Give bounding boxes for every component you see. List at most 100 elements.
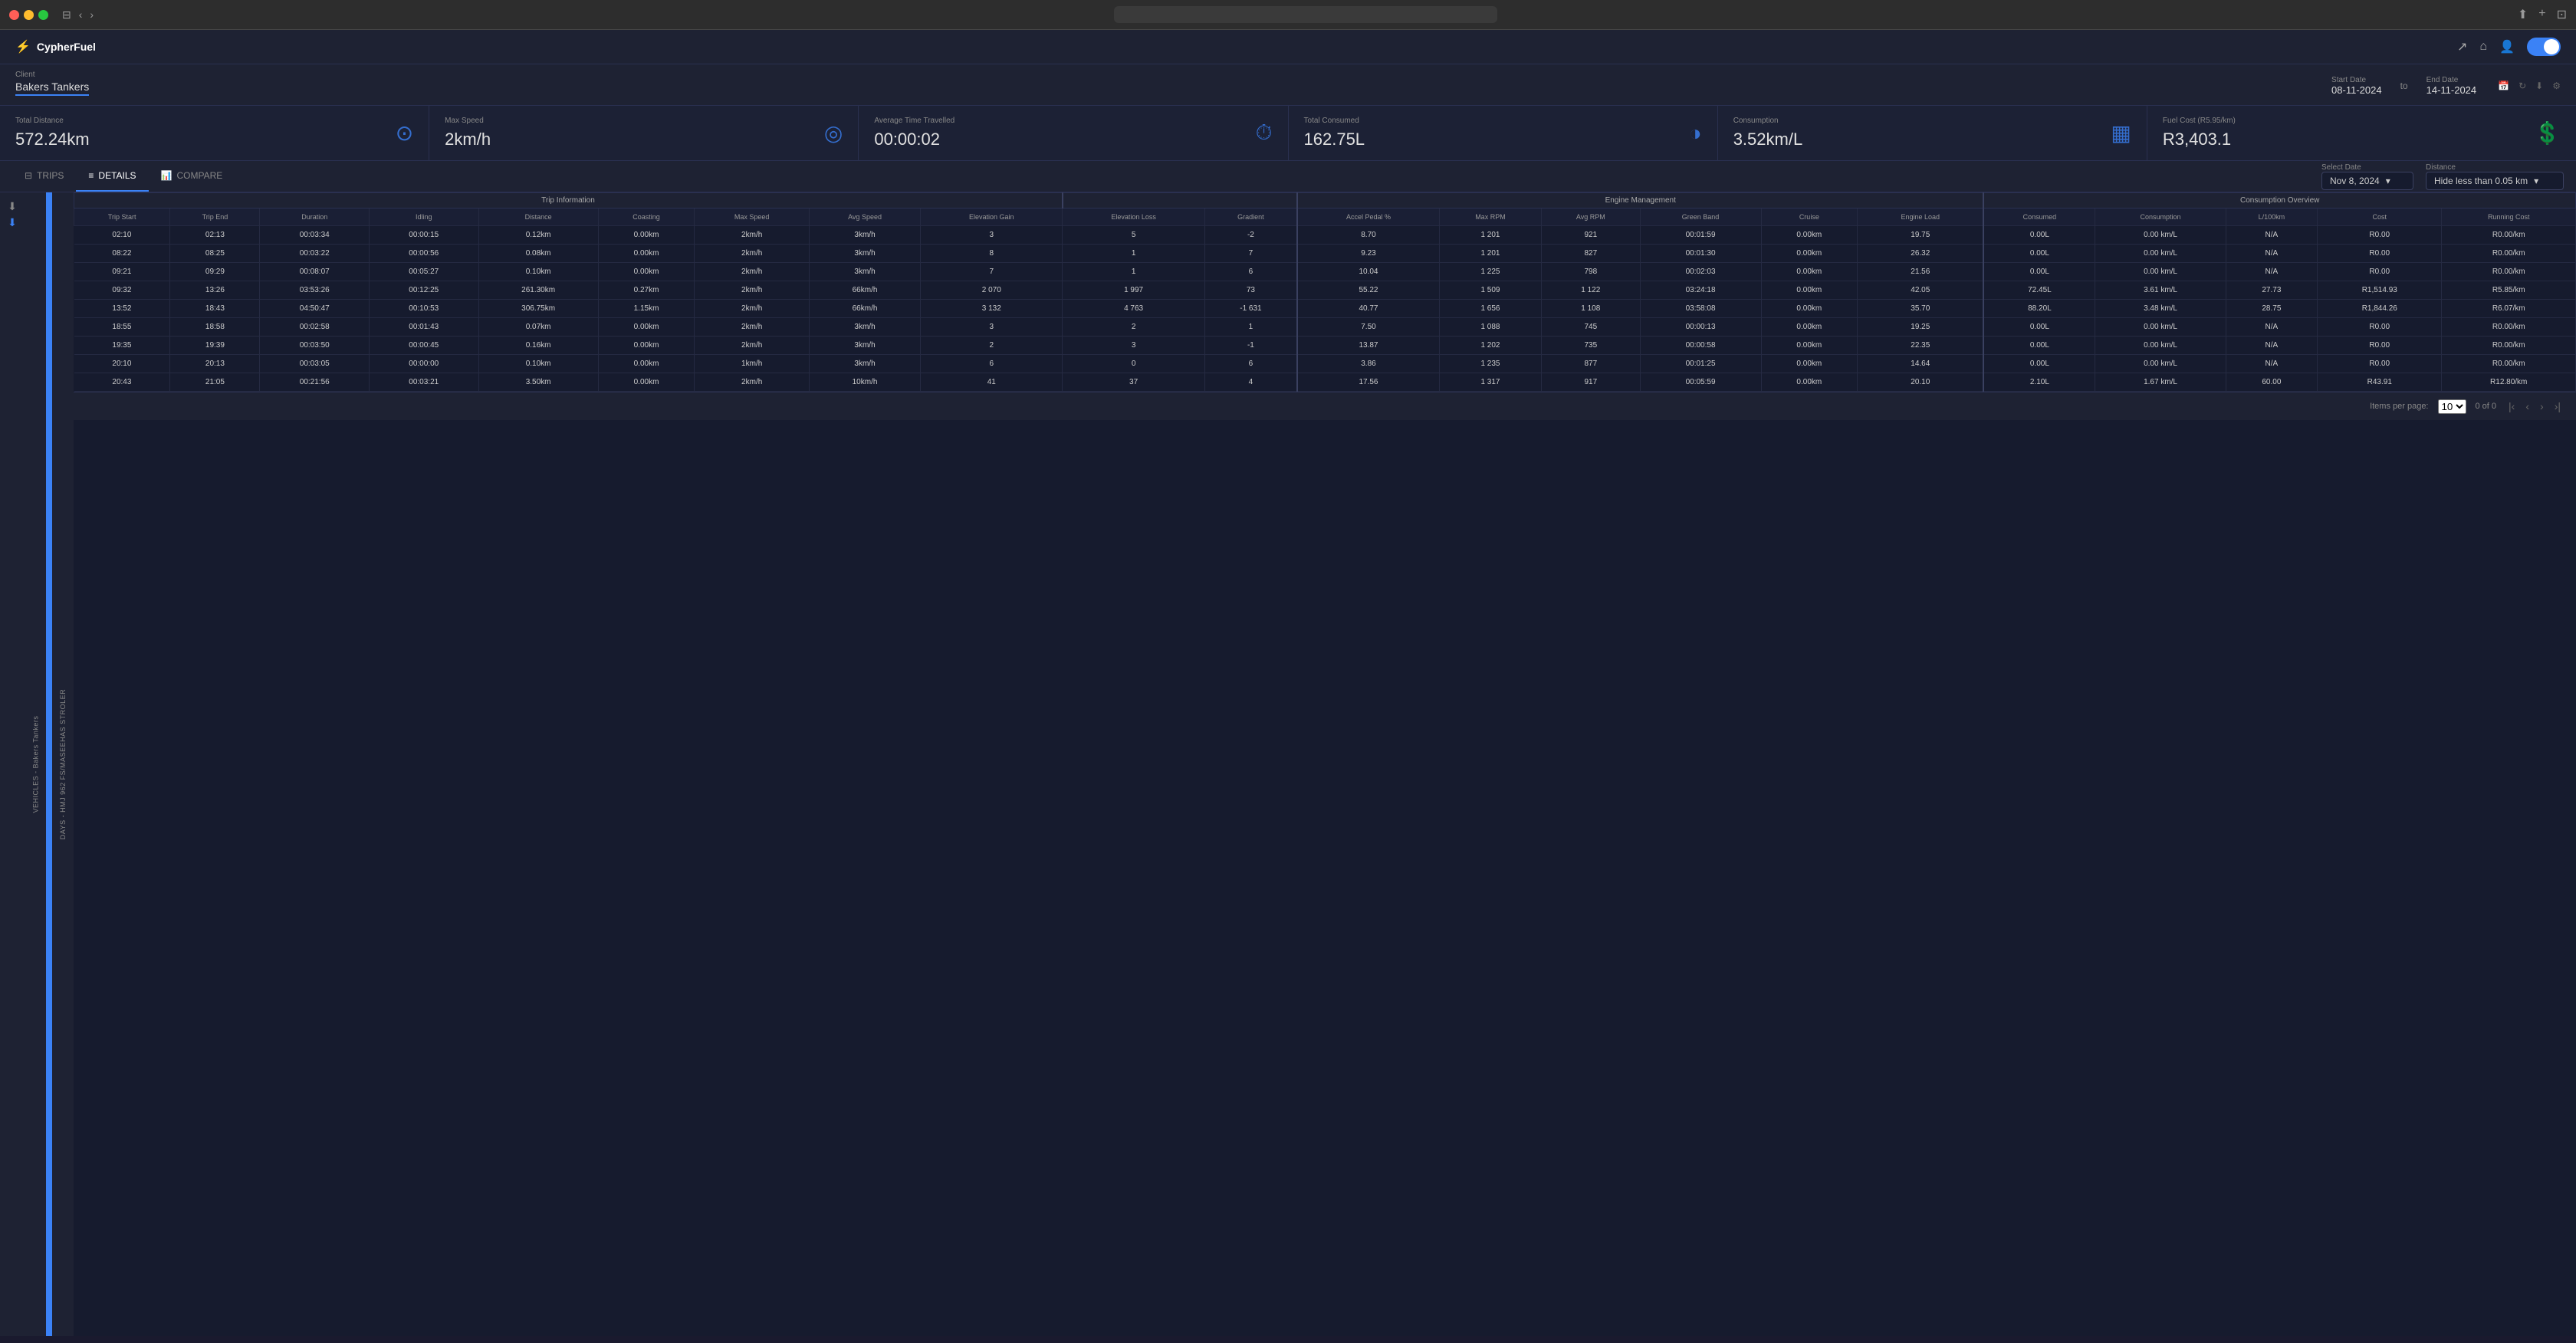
share-icon[interactable]: ⬆: [2518, 7, 2528, 22]
close-button[interactable]: [9, 10, 19, 20]
arrow-down-icon[interactable]: ⬇: [8, 200, 17, 213]
table-row[interactable]: 13:5218:4304:50:4700:10:53306.75km1.15km…: [74, 300, 2576, 318]
col-elev-loss: Elevation Loss: [1063, 209, 1204, 226]
cell-3-16: 42.05: [1858, 281, 1984, 300]
table-row[interactable]: 09:3213:2603:53:2600:12:25261.30km0.27km…: [74, 281, 2576, 300]
cell-5-12: 1 088: [1439, 318, 1541, 337]
cell-8-6: 2km/h: [695, 373, 810, 392]
prev-page-btn[interactable]: ‹: [2522, 399, 2532, 414]
cell-4-3: 00:10:53: [370, 300, 479, 318]
data-table-container[interactable]: Trip Information Engine Management Consu…: [74, 192, 2576, 1336]
table-row[interactable]: 19:3519:3900:03:5000:00:450.16km0.00km2k…: [74, 337, 2576, 355]
new-tab-icon[interactable]: +: [2538, 7, 2545, 22]
forward-icon[interactable]: ›: [90, 8, 94, 21]
cell-1-17: 0.00L: [1983, 245, 2095, 263]
cell-1-11: 9.23: [1297, 245, 1439, 263]
vehicles-label: VEHICLES - Bakers Tankers: [31, 716, 39, 813]
windows-icon[interactable]: ⊡: [2557, 7, 2567, 22]
cell-4-16: 35.70: [1858, 300, 1984, 318]
cell-8-18: 1.67 km/L: [2095, 373, 2226, 392]
start-date-label: Start Date: [2331, 76, 2382, 84]
cell-7-15: 0.00km: [1761, 355, 1858, 373]
table-row[interactable]: 02:1002:1300:03:3400:00:150.12km0.00km2k…: [74, 226, 2576, 245]
col-trip-end: Trip End: [170, 209, 260, 226]
tab-trips[interactable]: ⊟ TRIPS: [12, 161, 76, 192]
cell-2-18: 0.00 km/L: [2095, 263, 2226, 281]
metric-card-1: Max Speed 2km/h ◎: [429, 106, 859, 160]
cell-1-21: R0.00/km: [2442, 245, 2576, 263]
sidebar-toggle-icon[interactable]: ⊟: [62, 8, 71, 21]
arrow-down-icon-2[interactable]: ⬇: [8, 216, 17, 229]
cell-7-6: 1km/h: [695, 355, 810, 373]
cell-3-2: 03:53:26: [260, 281, 370, 300]
back-icon[interactable]: ‹: [79, 8, 83, 21]
cell-1-7: 3km/h: [809, 245, 920, 263]
col-green-band: Green Band: [1640, 209, 1761, 226]
section-header-row: Trip Information Engine Management Consu…: [74, 193, 2576, 209]
cell-1-9: 1: [1063, 245, 1204, 263]
cell-0-12: 1 201: [1439, 226, 1541, 245]
share-header-icon[interactable]: ↗: [2457, 39, 2467, 54]
cell-4-2: 04:50:47: [260, 300, 370, 318]
browser-nav: ⊟ ‹ ›: [62, 8, 94, 21]
cell-5-0: 18:55: [74, 318, 170, 337]
metric-card-2: Average Time Travelled 00:00:02 ⏱: [859, 106, 1288, 160]
minimize-button[interactable]: [24, 10, 34, 20]
metric-value-4: 3.52km/L: [1733, 130, 1803, 149]
cell-0-10: -2: [1204, 226, 1297, 245]
cell-7-11: 3.86: [1297, 355, 1439, 373]
maximize-button[interactable]: [38, 10, 48, 20]
cell-7-0: 20:10: [74, 355, 170, 373]
table-row[interactable]: 20:4321:0500:21:5600:03:213.50km0.00km2k…: [74, 373, 2576, 392]
cell-5-10: 1: [1204, 318, 1297, 337]
cell-8-20: R43.91: [2318, 373, 2442, 392]
home-icon[interactable]: ⌂: [2479, 40, 2487, 54]
col-max-rpm: Max RPM: [1439, 209, 1541, 226]
metric-card-5: Fuel Cost (R5.95/km) R3,403.1 💲: [2147, 106, 2576, 160]
address-bar[interactable]: [1114, 6, 1497, 23]
cell-5-20: R0.00: [2318, 318, 2442, 337]
metric-icon-0: ⊙: [396, 120, 413, 146]
cell-4-15: 0.00km: [1761, 300, 1858, 318]
calendar-icon[interactable]: 📅: [2498, 80, 2509, 91]
cell-2-11: 10.04: [1297, 263, 1439, 281]
settings-icon[interactable]: ⚙: [2552, 80, 2561, 91]
first-page-btn[interactable]: |‹: [2505, 399, 2518, 414]
items-per-page-select[interactable]: 10 25 50: [2438, 399, 2466, 414]
user-icon[interactable]: 👤: [2499, 39, 2515, 54]
theme-toggle[interactable]: [2527, 38, 2561, 56]
trips-icon: ⊟: [25, 170, 32, 181]
cell-6-21: R0.00/km: [2442, 337, 2576, 355]
cell-7-4: 0.10km: [478, 355, 598, 373]
cell-5-7: 3km/h: [809, 318, 920, 337]
table-row[interactable]: 08:2208:2500:03:2200:00:560.08km0.00km2k…: [74, 245, 2576, 263]
cell-3-4: 261.30km: [478, 281, 598, 300]
compare-icon: 📊: [161, 170, 172, 181]
cell-7-21: R0.00/km: [2442, 355, 2576, 373]
distance-picker[interactable]: Hide less than 0.05 km ▾: [2426, 172, 2564, 190]
cell-8-16: 20.10: [1858, 373, 1984, 392]
cell-2-3: 00:05:27: [370, 263, 479, 281]
table-row[interactable]: 20:1020:1300:03:0500:00:000.10km0.00km1k…: [74, 355, 2576, 373]
select-date-picker[interactable]: Nov 8, 2024 ▾: [2321, 172, 2413, 190]
refresh-icon[interactable]: ↻: [2518, 80, 2526, 91]
cell-3-19: 27.73: [2226, 281, 2317, 300]
tab-filters: Select Date Nov 8, 2024 ▾ Distance Hide …: [2321, 163, 2564, 190]
tab-compare[interactable]: 📊 COMPARE: [149, 161, 235, 192]
cell-7-1: 20:13: [170, 355, 260, 373]
col-duration: Duration: [260, 209, 370, 226]
table-row[interactable]: 18:5518:5800:02:5800:01:430.07km0.00km2k…: [74, 318, 2576, 337]
cell-6-0: 19:35: [74, 337, 170, 355]
cell-3-21: R5.85/km: [2442, 281, 2576, 300]
details-icon: ≡: [88, 170, 94, 181]
date-controls: 📅 ↻ ⬇ ⚙: [2498, 80, 2561, 91]
last-page-btn[interactable]: ›|: [2551, 399, 2564, 414]
download-icon[interactable]: ⬇: [2535, 80, 2543, 91]
tab-details[interactable]: ≡ DETAILS: [76, 161, 148, 192]
next-page-btn[interactable]: ›: [2537, 399, 2547, 414]
metric-icon-2: ⏱: [1256, 120, 1273, 146]
col-running-cost: Running Cost: [2442, 209, 2576, 226]
end-date-value: 14-11-2024: [2426, 84, 2477, 96]
cell-0-0: 02:10: [74, 226, 170, 245]
table-row[interactable]: 09:2109:2900:08:0700:05:270.10km0.00km2k…: [74, 263, 2576, 281]
